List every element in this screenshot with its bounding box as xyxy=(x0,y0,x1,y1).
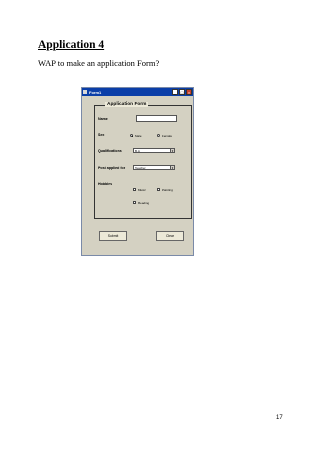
name-input[interactable] xyxy=(136,115,177,122)
close-icon[interactable]: × xyxy=(186,89,192,95)
post-value: Teacher xyxy=(135,166,146,170)
chevron-down-icon[interactable]: ▾ xyxy=(170,149,174,153)
window-titlebar[interactable]: Form1 _ □ × xyxy=(82,88,193,96)
document-heading: Application 4 xyxy=(38,39,105,51)
chevron-down-icon[interactable]: ▾ xyxy=(170,166,174,170)
name-label: Name xyxy=(98,117,108,121)
reading-checkbox-label: Reading xyxy=(138,201,150,205)
document-question: WAP to make an application Form? xyxy=(38,58,160,68)
clear-button[interactable]: Clear xyxy=(156,231,184,241)
form1-window: Form1 _ □ × Application Form Name Sex Ma… xyxy=(81,87,194,256)
maximize-icon[interactable]: □ xyxy=(179,89,185,95)
music-checkbox-label: Music xyxy=(138,188,146,192)
music-checkbox[interactable] xyxy=(133,188,136,191)
female-radio-label: Female xyxy=(162,134,173,138)
window-title: Form1 xyxy=(89,89,102,95)
male-radio[interactable] xyxy=(130,134,133,137)
submit-button[interactable]: Submit xyxy=(99,231,127,241)
qualifications-select[interactable]: B.A ▾ xyxy=(133,148,175,153)
frame-title: Application Form xyxy=(105,102,149,107)
post-select[interactable]: Teacher ▾ xyxy=(133,165,175,170)
sex-label: Sex xyxy=(98,133,105,137)
qualifications-label: Qualifications xyxy=(98,149,122,153)
painting-checkbox[interactable] xyxy=(157,188,160,191)
hobbies-label: Hobbies xyxy=(98,182,113,186)
reading-checkbox[interactable] xyxy=(133,201,136,204)
form-icon xyxy=(83,90,87,94)
application-form-frame: Application Form Name Sex Male Female Qu… xyxy=(94,102,192,219)
page-number: 17 xyxy=(276,415,283,421)
painting-checkbox-label: Painting xyxy=(162,188,173,192)
male-radio-label: Male xyxy=(135,134,142,138)
qualifications-value: B.A xyxy=(135,149,140,153)
minimize-icon[interactable]: _ xyxy=(172,89,178,95)
form-client-area: Application Form Name Sex Male Female Qu… xyxy=(82,96,193,255)
female-radio[interactable] xyxy=(157,134,160,137)
post-label: Post applied for xyxy=(98,166,126,170)
